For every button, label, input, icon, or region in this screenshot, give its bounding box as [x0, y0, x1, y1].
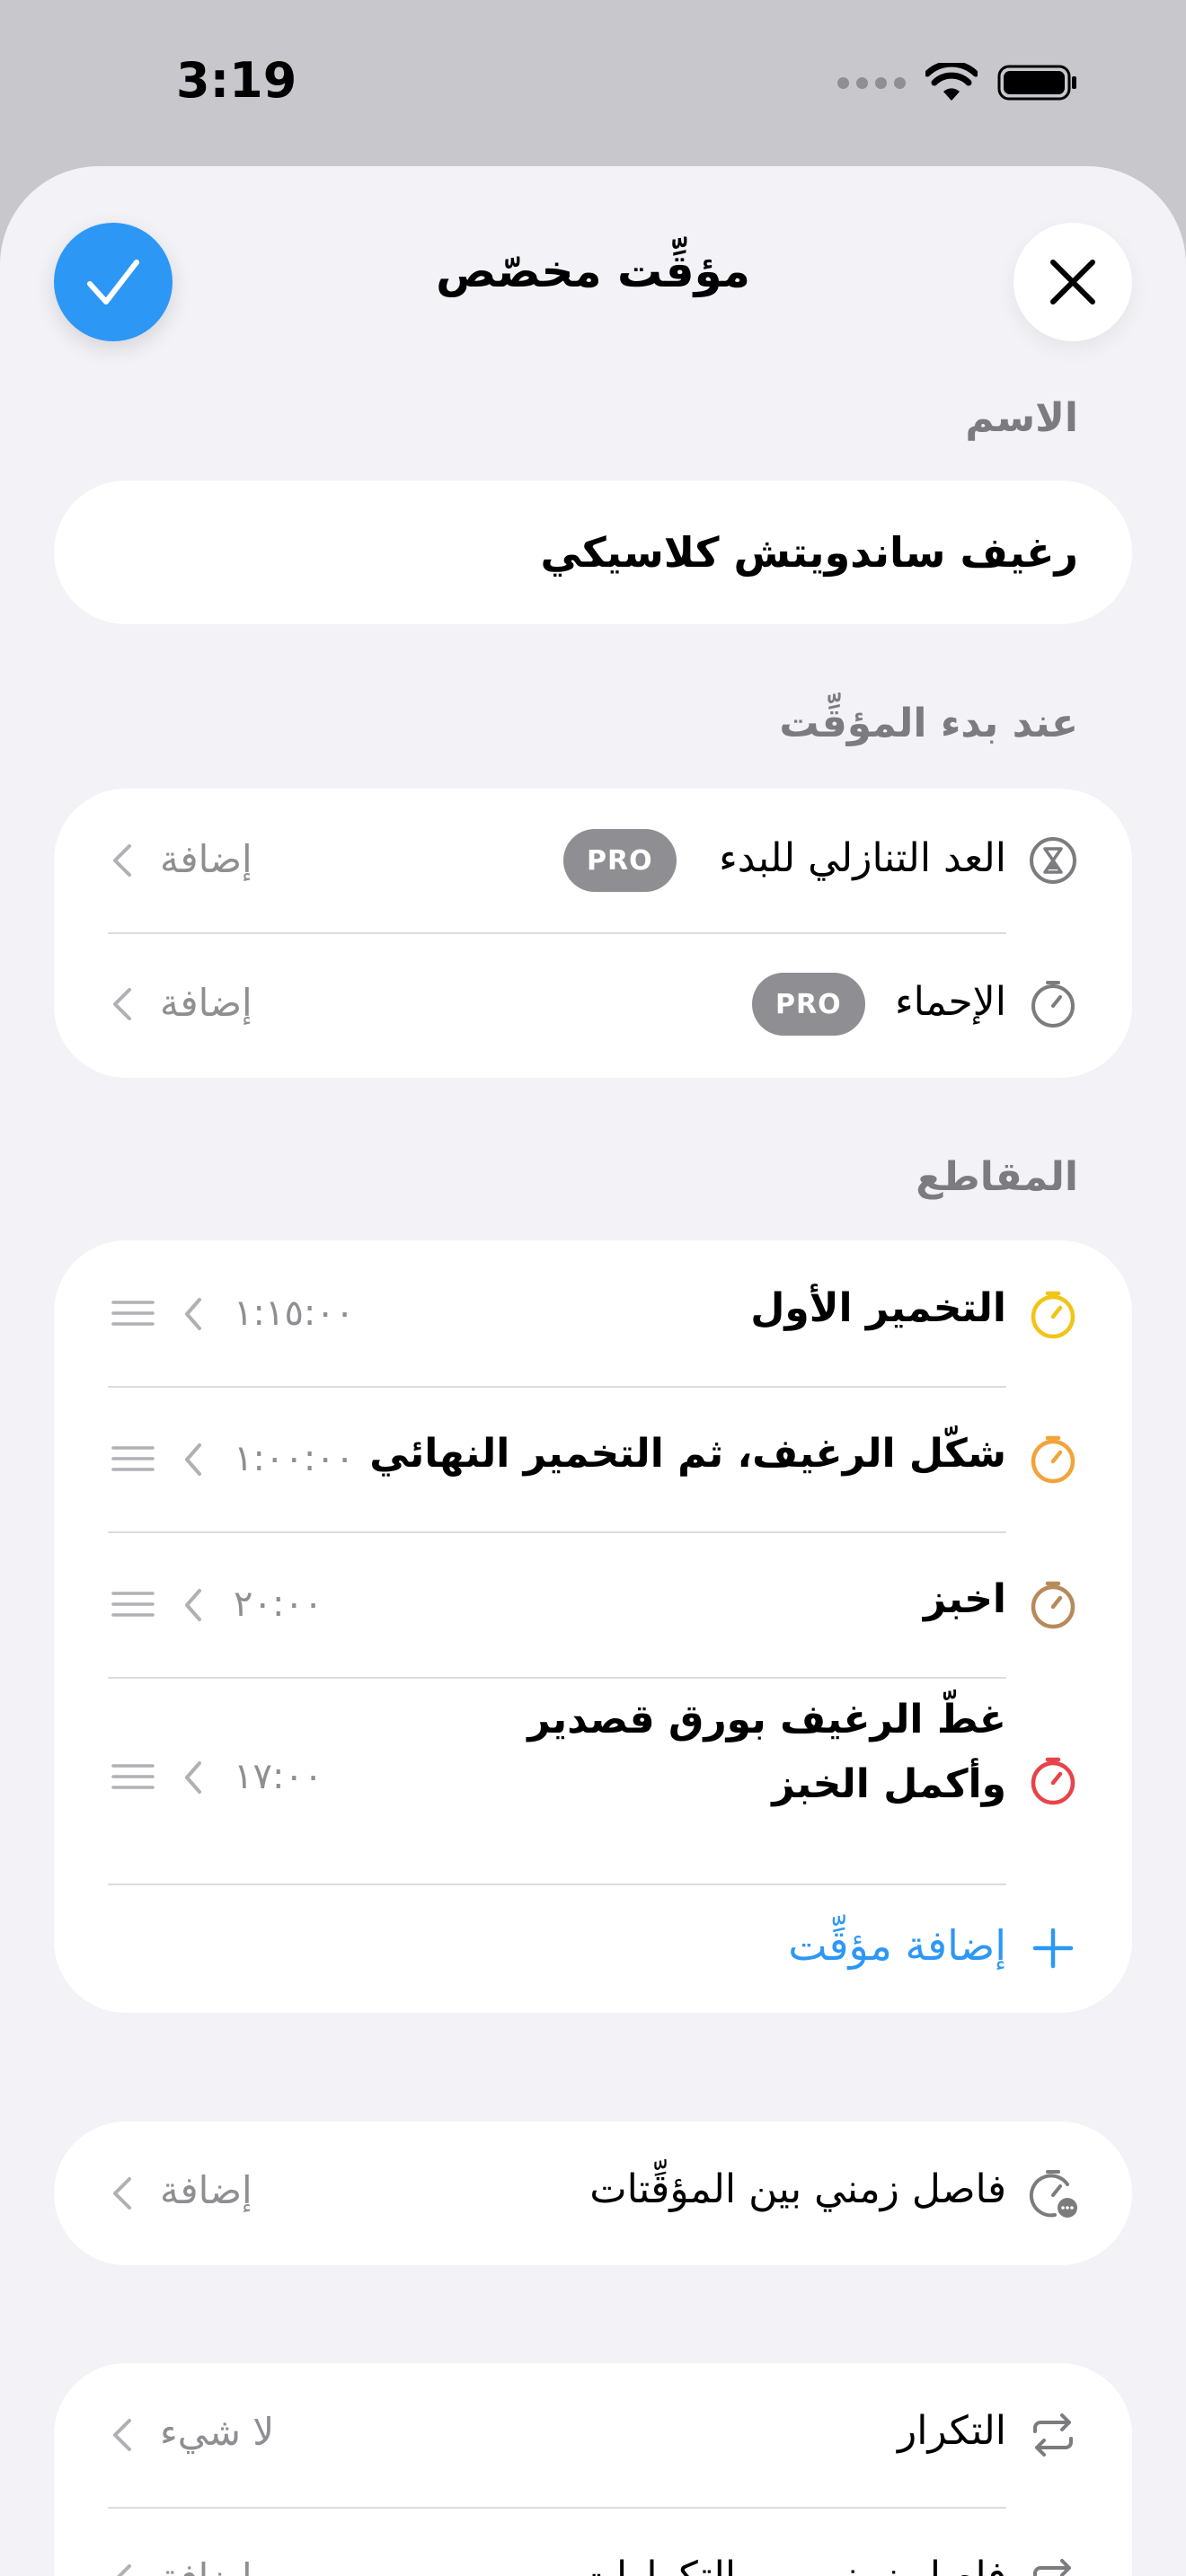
countdown-row[interactable]: العد التنازلي للبدء PRO إضافة — [54, 789, 1132, 932]
pro-badge: PRO — [563, 829, 677, 892]
sheet-header: مؤقِّت مخصّص — [0, 166, 1186, 364]
countdown-label: العد التنازلي للبدء — [719, 835, 1006, 881]
name-section-label: الاسم — [965, 395, 1078, 441]
segment-label-line2: وأكمل الخبز — [772, 1761, 1006, 1807]
chevron-left-icon — [113, 2419, 131, 2451]
pro-badge: PRO — [752, 973, 865, 1036]
chevron-left-icon — [185, 1589, 201, 1621]
timer-icon — [1031, 1757, 1075, 1805]
status-time: 3:19 — [176, 52, 297, 109]
repeat-icon — [1033, 2413, 1073, 2457]
countdown-value: إضافة — [160, 837, 252, 881]
stopwatch-icon — [1031, 981, 1075, 1028]
interval-card: فاصل زمني بين المؤقِّتات إضافة — [54, 2122, 1132, 2265]
interval-label: فاصل زمني بين المؤقِّتات — [589, 2166, 1006, 2212]
wifi-icon — [925, 63, 978, 101]
timer-icon — [1031, 1291, 1075, 1339]
timer-editor-sheet: مؤقِّت مخصّص الاسم رغيف ساندويتش كلاسيكي… — [0, 166, 1186, 2576]
segments-section-label: المقاطع — [916, 1154, 1078, 1200]
status-bar: 3:19 — [0, 0, 1186, 166]
chevron-left-icon — [185, 1443, 201, 1476]
segment-label: شكّل الرغيف، ثم التخمير النهائي — [369, 1431, 1006, 1477]
close-icon — [1050, 260, 1095, 304]
segments-card: التخمير الأول ١:١٥:٠٠ شكّل الرغيف، ثم ال… — [54, 1240, 1132, 2013]
chevron-left-icon — [117, 2564, 131, 2576]
name-field[interactable]: رغيف ساندويتش كلاسيكي — [54, 481, 1132, 624]
warmup-row[interactable]: الإحماء PRO إضافة — [54, 934, 1132, 1078]
start-options-card: العد التنازلي للبدء PRO إضافة الإحماء PR… — [54, 789, 1132, 1078]
repeat-interval-row[interactable]: فاصل زمني بين التكرارات إضافة — [54, 2509, 1132, 2576]
warmup-value: إضافة — [160, 981, 252, 1025]
timer-icon — [1031, 1435, 1075, 1484]
repeat-row[interactable]: التكرار لا شيء — [54, 2363, 1132, 2507]
segment-row[interactable]: غطّ الرغيف بورق قصدير وأكمل الخبز ١٧:٠٠ — [54, 1679, 1132, 1883]
cellular-dots-icon — [837, 76, 906, 89]
chevron-left-icon — [185, 1298, 201, 1330]
chevron-left-icon — [113, 844, 131, 877]
timer-icon — [1031, 1581, 1075, 1629]
name-input-value[interactable]: رغيف ساندويتش كلاسيكي — [541, 481, 1079, 624]
drag-handle-icon[interactable] — [111, 1763, 155, 1790]
plus-icon — [1032, 1928, 1074, 1969]
chevron-left-icon — [113, 988, 131, 1020]
repeat-interval-icon — [1033, 2559, 1071, 2576]
start-section-label: عند بدء المؤقِّت — [779, 701, 1078, 746]
segment-row[interactable]: التخمير الأول ١:١٥:٠٠ — [54, 1240, 1132, 1386]
add-timer-label: إضافة مؤقِّت — [788, 1921, 1006, 1970]
drag-handle-icon[interactable] — [111, 1591, 155, 1618]
repeat-value: لا شيء — [160, 2410, 275, 2454]
segment-duration: ١:١٥:٠٠ — [234, 1292, 355, 1334]
chevron-left-icon — [113, 2177, 131, 2210]
add-timer-button[interactable]: إضافة مؤقِّت — [54, 1885, 1132, 2013]
repeat-card: التكرار لا شيء فاصل زمني بين التكرارات إ… — [54, 2363, 1132, 2576]
segment-row[interactable]: اخبز ٢٠:٠٠ — [54, 1533, 1132, 1677]
drag-handle-icon[interactable] — [111, 1445, 155, 1472]
repeat-interval-value: إضافة — [160, 2555, 252, 2576]
timer-pause-icon — [1029, 2170, 1077, 2218]
segment-duration: ٢٠:٠٠ — [234, 1584, 323, 1625]
battery-icon — [997, 65, 1076, 101]
segment-row[interactable]: شكّل الرغيف، ثم التخمير النهائي ١:٠٠:٠٠ — [54, 1388, 1132, 1531]
repeat-label: التكرار — [898, 2408, 1006, 2454]
hourglass-icon — [1030, 837, 1076, 884]
segment-duration: ١:٠٠:٠٠ — [234, 1438, 355, 1479]
close-button[interactable] — [1013, 223, 1132, 341]
interval-value: إضافة — [160, 2168, 252, 2212]
segment-label: اخبز — [923, 1576, 1006, 1622]
repeat-interval-label: فاصل زمني بين التكرارات — [580, 2554, 1006, 2576]
interval-row[interactable]: فاصل زمني بين المؤقِّتات إضافة — [54, 2122, 1132, 2265]
segment-label-line1: غطّ الرغيف بورق قصدير — [527, 1697, 1006, 1742]
page-title: مؤقِّت مخصّص — [436, 245, 750, 297]
segment-duration: ١٧:٠٠ — [234, 1756, 323, 1797]
chevron-left-icon — [185, 1761, 201, 1794]
status-icons — [837, 63, 1078, 102]
drag-handle-icon[interactable] — [111, 1300, 155, 1327]
segment-label: التخمير الأول — [750, 1285, 1006, 1331]
warmup-label: الإحماء — [894, 979, 1006, 1025]
